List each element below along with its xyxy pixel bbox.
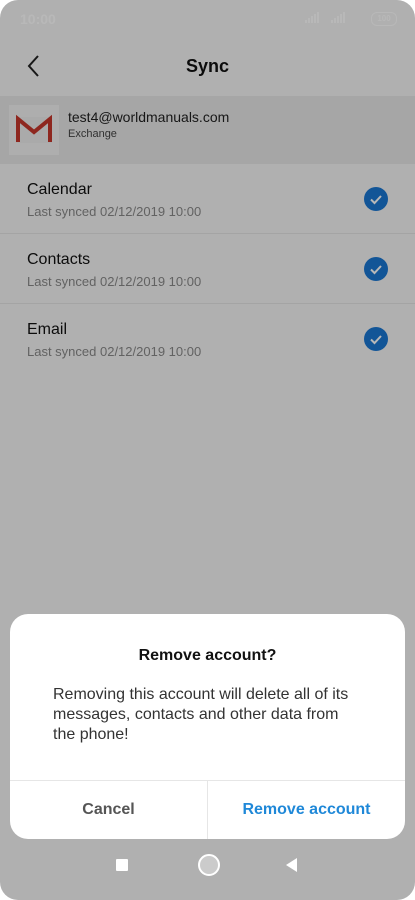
back-triangle-icon[interactable] — [286, 858, 297, 872]
phone-screen: 10:00 100 Sync test4@worldmanuals.com Ex… — [0, 0, 415, 900]
cancel-button[interactable]: Cancel — [10, 781, 208, 839]
system-nav-bar — [0, 842, 415, 890]
remove-account-dialog: Remove account? Removing this account wi… — [10, 614, 405, 839]
recents-icon[interactable] — [116, 859, 128, 871]
dialog-title: Remove account? — [138, 647, 277, 664]
dialog-button-bar: Cancel Remove account — [10, 780, 405, 839]
dialog-message: Removing this account will delete all of… — [53, 686, 349, 743]
home-icon[interactable] — [198, 854, 220, 876]
remove-account-button[interactable]: Remove account — [208, 781, 405, 839]
